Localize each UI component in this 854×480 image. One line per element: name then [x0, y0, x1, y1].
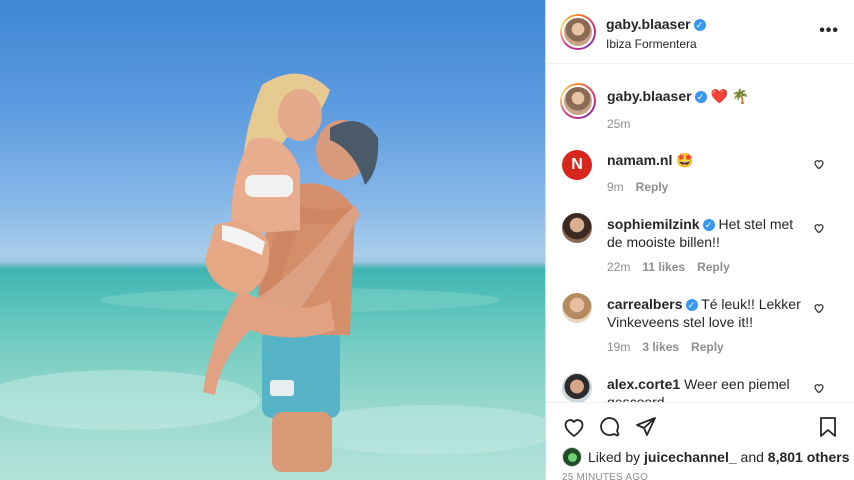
post-photo[interactable] [0, 0, 545, 480]
verified-icon: ✓ [694, 91, 707, 103]
comment-icon[interactable] [598, 415, 622, 439]
comment-avatar-letter: N [571, 156, 583, 173]
bookmark-icon[interactable] [816, 415, 840, 439]
likes-prefix: Liked by [588, 449, 641, 465]
comment-username[interactable]: sophiemilzink [607, 216, 700, 232]
caption-time[interactable]: 25m [607, 117, 630, 131]
comment-username[interactable]: namam.nl [607, 152, 672, 168]
liker-username[interactable]: juicechannel_ [644, 449, 737, 465]
verified-icon: ✓ [693, 19, 706, 31]
like-comment-icon[interactable] [813, 158, 825, 170]
comment-avatar[interactable]: N [562, 150, 592, 180]
comment-text: 🤩 [676, 152, 694, 168]
reply-button[interactable]: Reply [691, 340, 724, 354]
reply-button[interactable]: Reply [636, 180, 669, 194]
liker-avatar[interactable] [562, 447, 582, 467]
share-icon[interactable] [634, 415, 658, 439]
likes-middle: and [740, 449, 764, 465]
comment-avatar[interactable] [562, 373, 592, 402]
post-side-panel: gaby.blaaser ✓ Ibiza Formentera ••• gaby.… [545, 0, 854, 480]
caption-text: ❤️ 🌴 [710, 88, 750, 104]
author-username[interactable]: gaby.blaaser ✓ [606, 16, 706, 32]
comment-time[interactable]: 19m [607, 340, 630, 354]
verified-icon: ✓ [702, 219, 715, 231]
like-comment-icon[interactable] [813, 222, 825, 234]
heart-icon[interactable] [562, 415, 586, 439]
author-avatar[interactable] [560, 14, 596, 50]
photo-illustration [0, 73, 545, 472]
caption: gaby.blaaser ✓ ❤️ 🌴 [607, 87, 812, 105]
caption-avatar[interactable] [560, 83, 596, 119]
post-timestamp[interactable]: 25 MINUTES AGO [562, 472, 648, 480]
caption-meta: 25m [607, 117, 642, 131]
likes-count[interactable]: 8,801 others [768, 449, 850, 465]
author-username-text[interactable]: gaby.blaaser [606, 16, 691, 32]
comment-username[interactable]: alex.corte1 [607, 376, 680, 392]
post-location[interactable]: Ibiza Formentera [606, 37, 697, 51]
comment-meta: 9m Reply [607, 180, 680, 194]
reply-button[interactable]: Reply [697, 260, 730, 274]
comment-avatar[interactable] [562, 293, 592, 323]
comment-item: alex.corte1 Weer een piemel gescoord [607, 375, 812, 402]
like-comment-icon[interactable] [813, 302, 825, 314]
comment-time[interactable]: 9m [607, 180, 624, 194]
comment-meta: 19m 3 likes Reply [607, 340, 736, 354]
verified-icon: ✓ [685, 299, 698, 311]
comment-username[interactable]: carrealbers [607, 296, 683, 312]
comment-item: carrealbers ✓ Té leuk!! Lekker Vinkeveens… [607, 295, 812, 331]
post-actions: Liked by juicechannel_ and 8,801 others [546, 402, 854, 480]
comment-item: sophiemilzink ✓ Het stel met de mooiste b… [607, 215, 812, 251]
comment-item: namam.nl 🤩 [607, 151, 812, 169]
comment-avatar[interactable] [562, 213, 592, 243]
likes-summary: Liked by juicechannel_ and 8,801 others [562, 447, 850, 467]
comments-list[interactable]: gaby.blaaser ✓ ❤️ 🌴 25m N namam.nl 🤩 9m Re… [546, 65, 854, 402]
comment-meta: 22m 11 likes Reply [607, 260, 742, 274]
caption-username[interactable]: gaby.blaaser [607, 88, 692, 104]
more-options-icon[interactable]: ••• [819, 22, 839, 40]
comment-likes[interactable]: 11 likes [642, 260, 685, 274]
post-header: gaby.blaaser ✓ Ibiza Formentera ••• [546, 0, 854, 64]
like-comment-icon[interactable] [813, 382, 825, 394]
comment-time[interactable]: 22m [607, 260, 630, 274]
comment-likes[interactable]: 3 likes [642, 340, 679, 354]
